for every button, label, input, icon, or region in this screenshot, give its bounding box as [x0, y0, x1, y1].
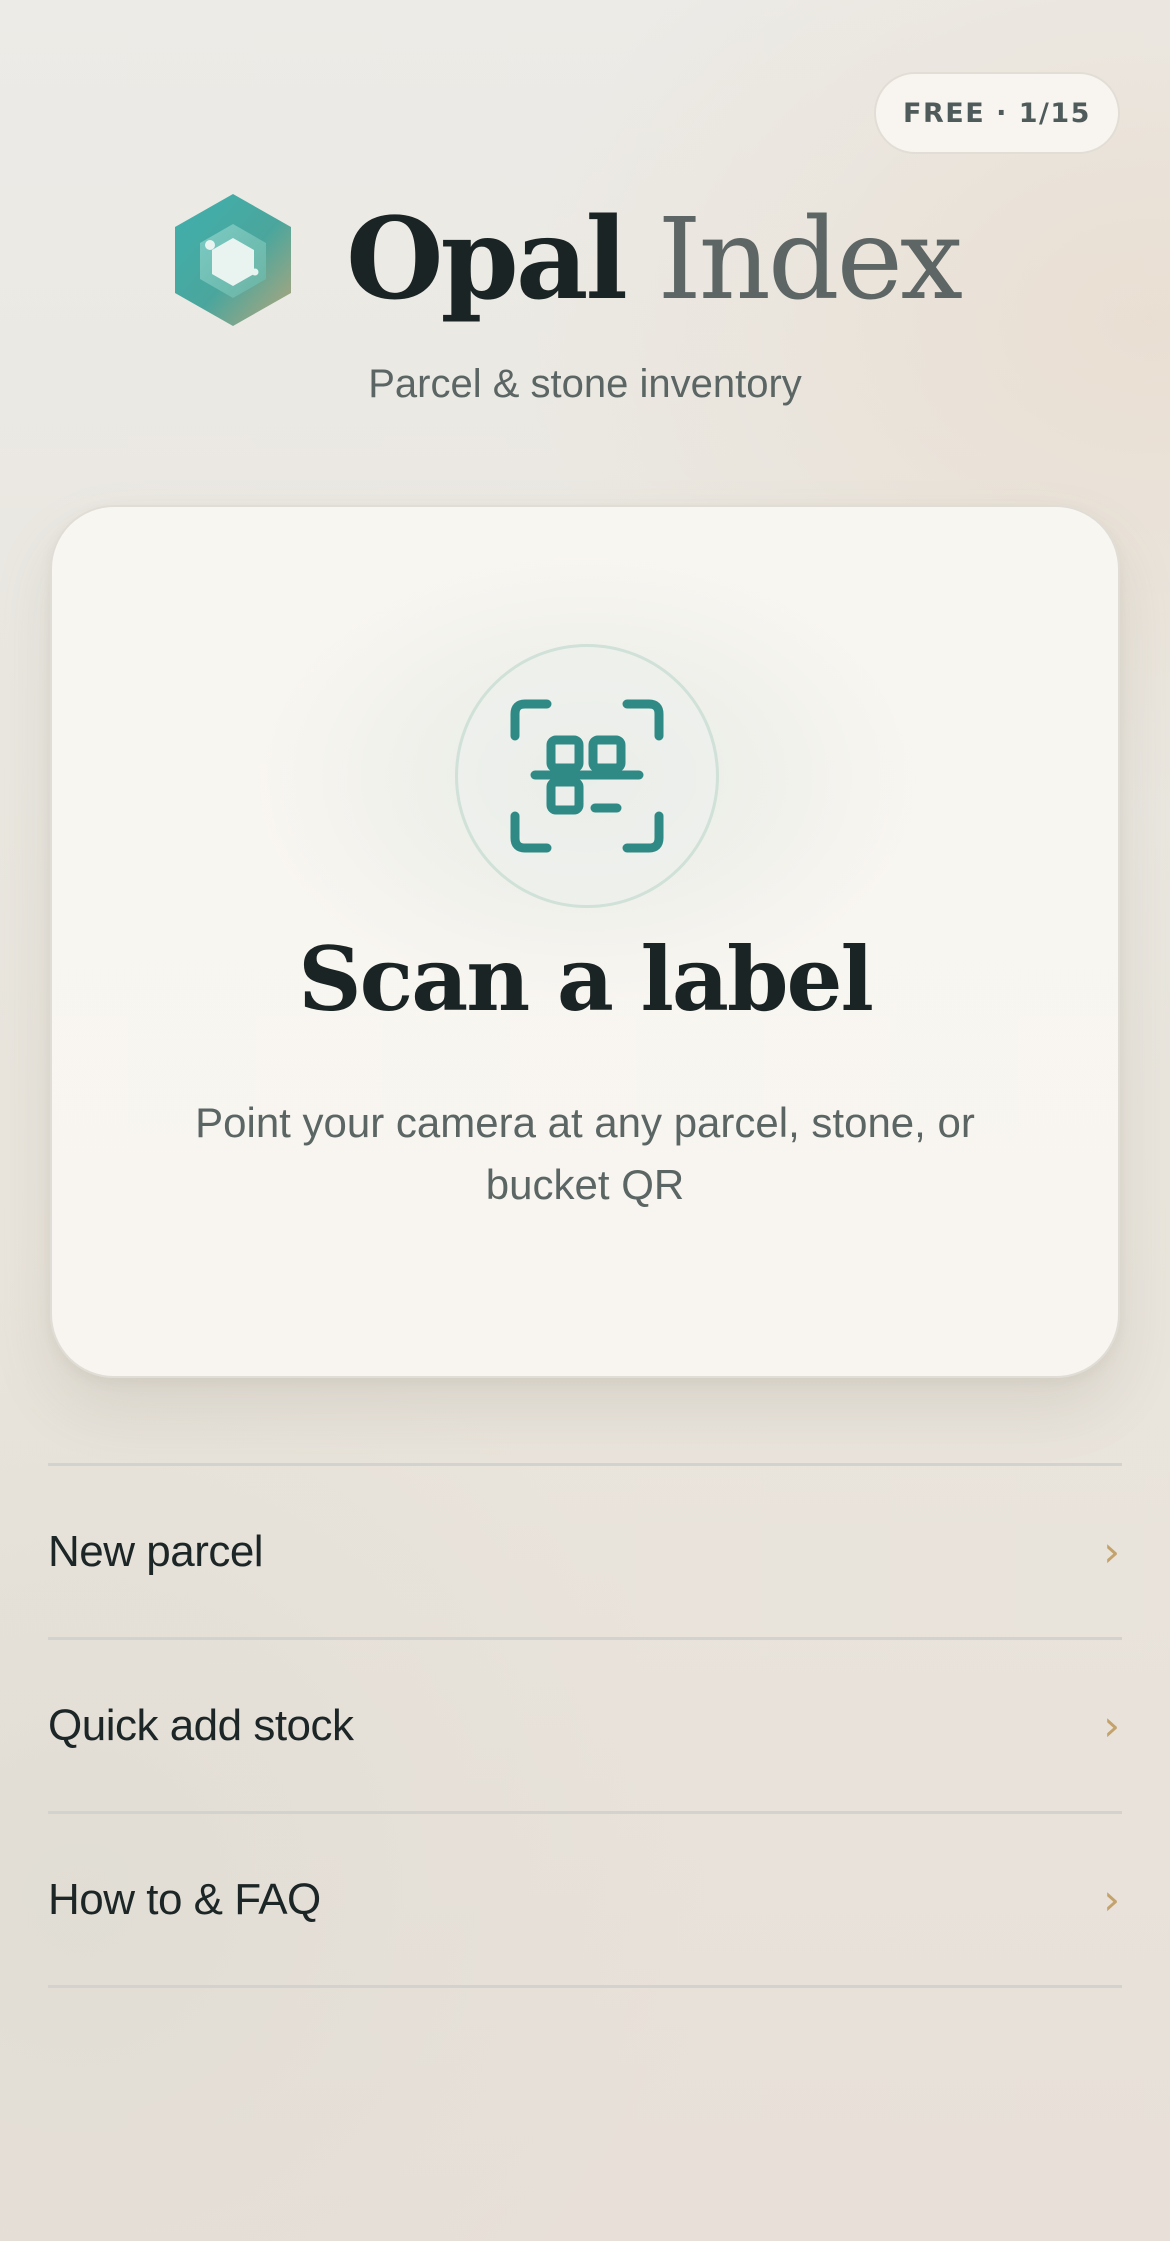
menu-item-new-parcel[interactable]: New parcel › — [48, 1466, 1122, 1640]
menu-item-label: Quick add stock — [48, 1700, 354, 1750]
scan-label-card[interactable]: Scan a label Point your camera at any pa… — [50, 505, 1120, 1378]
app-title-primary: Opal — [345, 194, 628, 325]
app-title: Opal Index — [346, 204, 963, 317]
scan-icon-circle[interactable] — [455, 644, 719, 908]
hexagon-gem-logo-icon — [174, 194, 291, 326]
app-title-secondary: Index — [657, 195, 964, 325]
scan-card-description: Point your camera at any parcel, stone, … — [195, 1099, 975, 1208]
menu-item-label: New parcel — [48, 1526, 264, 1576]
menu-item-label: How to & FAQ — [48, 1874, 321, 1924]
chevron-right-icon: › — [1103, 1527, 1120, 1576]
scan-card-title: Scan a label — [298, 927, 874, 1031]
app-tagline: Parcel & stone inventory — [368, 362, 802, 406]
menu-item-quick-add-stock[interactable]: Quick add stock › — [48, 1640, 1122, 1814]
qr-scan-icon — [510, 699, 664, 853]
action-menu: New parcel › Quick add stock › How to & … — [48, 1463, 1122, 1988]
chevron-right-icon: › — [1103, 1875, 1120, 1924]
menu-item-how-to-faq[interactable]: How to & FAQ › — [48, 1814, 1122, 1988]
app-header: Opal Index — [0, 180, 1170, 340]
chevron-right-icon: › — [1103, 1701, 1120, 1750]
plan-usage-badge[interactable]: FREE · 1/15 — [874, 72, 1120, 154]
